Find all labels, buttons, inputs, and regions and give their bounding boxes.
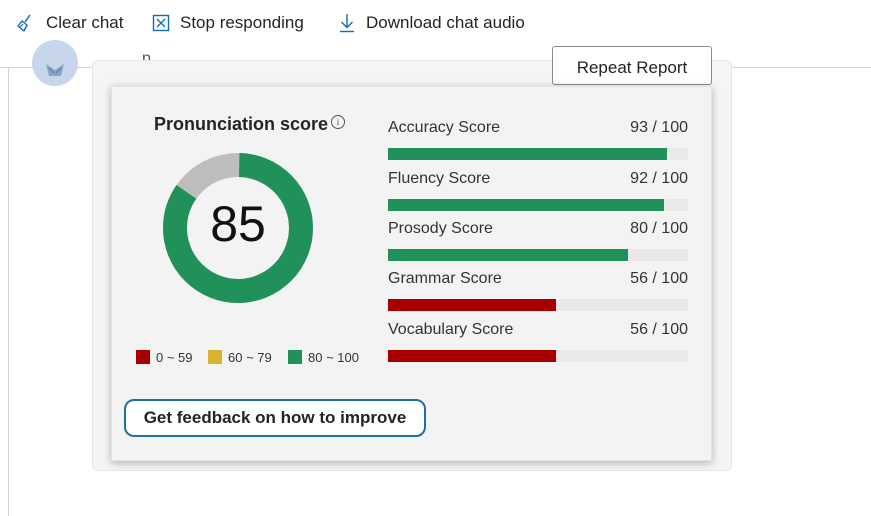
score-bar-track bbox=[388, 350, 688, 362]
vocabulary-score-row: Vocabulary Score 56 / 100 bbox=[388, 321, 688, 365]
broom-icon bbox=[17, 14, 31, 32]
stop-responding-button[interactable]: Stop responding bbox=[152, 8, 304, 38]
download-icon bbox=[340, 14, 354, 33]
avatar-icon bbox=[32, 40, 78, 86]
clear-chat-label: Clear chat bbox=[46, 13, 124, 32]
pronunciation-score-title: Pronunciation score bbox=[154, 114, 329, 134]
score-value: 56 / 100 bbox=[630, 270, 688, 287]
score-bar-fill bbox=[388, 299, 556, 311]
score-name: Grammar Score bbox=[388, 270, 502, 287]
grammar-score-row: Grammar Score 56 / 100 bbox=[388, 270, 688, 314]
legend-label: 60 ~ 79 bbox=[228, 349, 272, 365]
repeat-report-button[interactable]: Repeat Report bbox=[552, 46, 712, 85]
score-bar-fill bbox=[388, 199, 664, 211]
bot-avatar bbox=[32, 40, 78, 86]
score-bar-fill bbox=[388, 350, 556, 362]
score-bar-fill bbox=[388, 249, 628, 261]
score-value: 92 / 100 bbox=[630, 170, 688, 187]
chat-toolbar: Clear chat Stop responding Download chat… bbox=[0, 0, 871, 68]
stop-responding-label: Stop responding bbox=[180, 13, 304, 32]
download-chat-audio-label: Download chat audio bbox=[366, 13, 525, 32]
score-value: 93 / 100 bbox=[630, 119, 688, 136]
legend-swatch-yellow bbox=[208, 350, 222, 364]
score-name: Vocabulary Score bbox=[388, 321, 514, 338]
score-name: Accuracy Score bbox=[388, 119, 501, 136]
download-chat-audio-button[interactable]: Download chat audio bbox=[338, 8, 525, 38]
fluency-score-row: Fluency Score 92 / 100 bbox=[388, 170, 688, 214]
prosody-score-row: Prosody Score 80 / 100 bbox=[388, 220, 688, 264]
legend-swatch-green bbox=[288, 350, 302, 364]
pronunciation-score-value: 85 bbox=[210, 196, 266, 252]
legend-item-60-79: 60 ~ 79 bbox=[208, 349, 272, 365]
legend-item-80-100: 80 ~ 100 bbox=[288, 349, 359, 365]
chat-panel-border bbox=[8, 68, 9, 516]
stop-square-icon bbox=[152, 14, 170, 32]
info-icon[interactable]: i bbox=[331, 115, 345, 129]
clear-chat-button[interactable]: Clear chat bbox=[16, 8, 123, 38]
score-name: Prosody Score bbox=[388, 220, 493, 237]
get-feedback-button[interactable]: Get feedback on how to improve bbox=[124, 399, 426, 437]
legend-label: 0 ~ 59 bbox=[156, 349, 193, 365]
score-bar-track bbox=[388, 148, 688, 160]
score-bar-fill bbox=[388, 148, 667, 160]
score-value: 56 / 100 bbox=[630, 321, 688, 338]
score-bar-track bbox=[388, 199, 688, 211]
score-name: Fluency Score bbox=[388, 170, 491, 187]
score-bar-track bbox=[388, 249, 688, 261]
accuracy-score-row: Accuracy Score 93 / 100 bbox=[388, 119, 688, 163]
score-value: 80 / 100 bbox=[630, 220, 688, 237]
legend-swatch-red bbox=[136, 350, 150, 364]
score-bar-track bbox=[388, 299, 688, 311]
legend-label: 80 ~ 100 bbox=[308, 349, 359, 365]
legend-item-0-59: 0 ~ 59 bbox=[136, 349, 193, 365]
